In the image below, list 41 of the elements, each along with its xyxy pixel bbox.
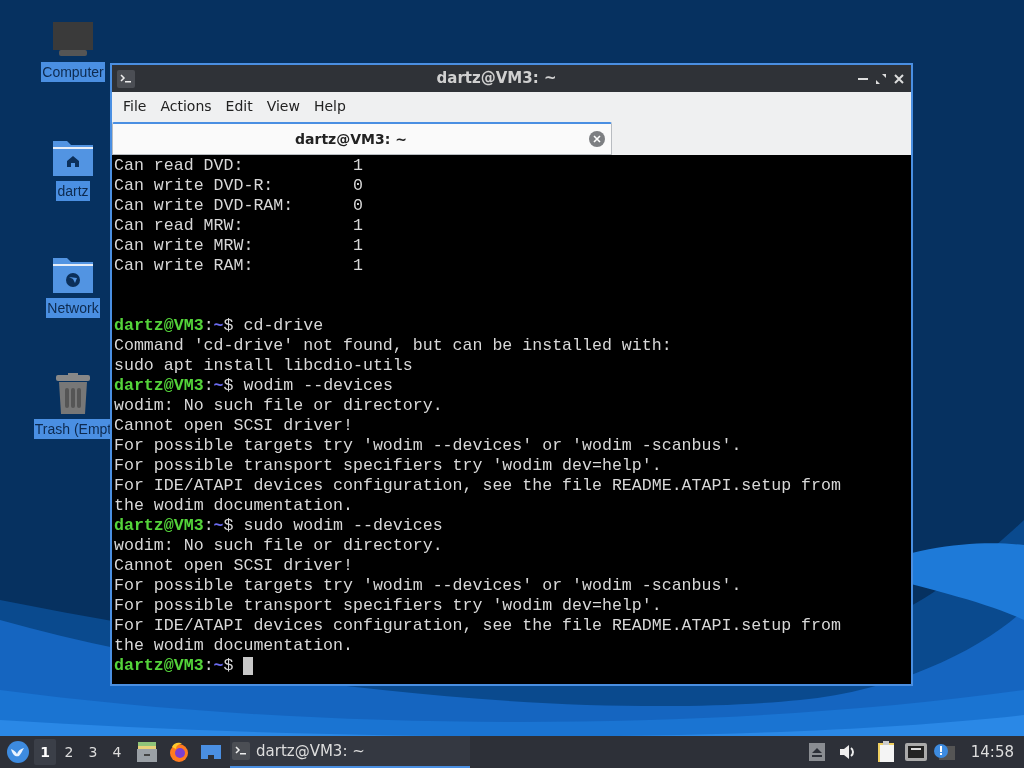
window-title: dartz@VM3: ~ <box>435 68 558 90</box>
terminal-output-line: Can write DVD-RAM: 0 <box>114 196 363 216</box>
terminal-output-line: For IDE/ATAPI devices configuration, see the file README.ATAPI.setup from <box>114 616 841 636</box>
desktop-icon-label[interactable]: dartz <box>56 181 90 201</box>
terminal-output-line: Can read DVD: 1 <box>114 156 363 176</box>
terminal-output-line: For possible transport specifiers try 'wodim dev=help'. <box>114 596 662 616</box>
desktop-icon-label[interactable]: Network <box>46 298 100 318</box>
terminal-output-line: wodim: No such file or directory. <box>114 536 443 556</box>
terminal-output-line: Cannot open SCSI driver! <box>114 416 353 436</box>
terminal-tab[interactable]: dartz@VM3: ~ <box>112 122 612 155</box>
menu-item[interactable]: File <box>116 95 154 117</box>
workspace-button[interactable]: 1 <box>34 739 56 765</box>
taskbar-task[interactable]: dartz@VM3: ~ <box>230 736 470 768</box>
menu-item[interactable]: Help <box>306 95 353 117</box>
terminal-output-line: the wodim documentation. <box>114 496 353 516</box>
terminal-prompt-line: dartz@VM3:~$ <box>114 656 254 676</box>
desktop-icon-label[interactable]: Computer <box>41 62 105 82</box>
menu-item[interactable]: Actions <box>153 95 219 117</box>
terminal-output-line: For possible targets try 'wodim --devices' or 'wodim -scanbus'. <box>114 576 742 596</box>
terminal-prompt-line: dartz@VM3:~$ sudo wodim --devices <box>114 516 443 536</box>
menu-item[interactable]: View <box>259 95 307 117</box>
terminal-output-line: Can write DVD-R: 0 <box>114 176 363 196</box>
terminal-output-line: sudo apt install libcdio-utils <box>114 356 413 376</box>
clock[interactable]: 14:58 <box>970 740 1014 764</box>
workspace-button[interactable]: 4 <box>106 739 128 765</box>
terminal-output-line: Can write MRW: 1 <box>114 236 363 256</box>
terminal-output-line: For possible targets try 'wodim --devices' or 'wodim -scanbus'. <box>114 436 742 456</box>
terminal-output-line: Command 'cd-drive' not found, but can be installed with: <box>114 336 672 356</box>
menu-item[interactable]: Edit <box>218 95 260 117</box>
terminal-output-line: Can write RAM: 1 <box>114 256 363 276</box>
terminal-output-line: the wodim documentation. <box>114 636 353 656</box>
terminal-output-line: Cannot open SCSI driver! <box>114 556 353 576</box>
terminal-output-line: Can read MRW: 1 <box>114 216 363 236</box>
terminal-prompt-line: dartz@VM3:~$ cd-drive <box>114 316 324 336</box>
terminal-prompt-line: dartz@VM3:~$ wodim --devices <box>114 376 393 396</box>
terminal-output-line: For IDE/ATAPI devices configuration, see the file README.ATAPI.setup from <box>114 476 841 496</box>
workspace-button[interactable]: 3 <box>82 739 104 765</box>
desktop-icon-label[interactable]: Trash (Empt <box>33 419 113 439</box>
terminal-output-line: wodim: No such file or directory. <box>114 396 443 416</box>
workspace-button[interactable]: 2 <box>58 739 80 765</box>
terminal-output-line: For possible transport specifiers try 'wodim dev=help'. <box>114 456 662 476</box>
